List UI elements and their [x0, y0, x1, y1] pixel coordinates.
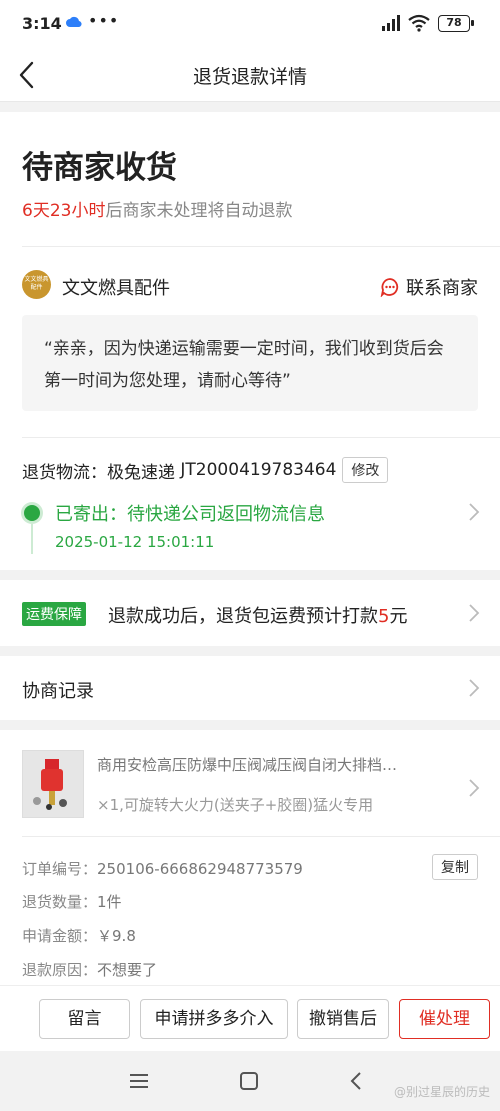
return-qty-label: 退货数量：	[22, 893, 98, 911]
countdown-time: 6天23小时	[22, 201, 106, 221]
refund-reason-row: 退款原因：不想要了	[22, 959, 157, 980]
home-icon[interactable]	[238, 1070, 260, 1092]
return-qty-row: 退货数量：1件	[22, 891, 122, 912]
return-qty: 1件	[97, 893, 122, 911]
return-logistics: 退货物流： 极兔速递 JT2000419783464 修改	[22, 457, 389, 483]
tracking-number: JT2000419783464	[180, 460, 337, 480]
logistics-carrier: 极兔速递	[107, 462, 175, 483]
clock: 3:14	[22, 14, 62, 33]
seller-message: “亲亲，因为快递运输需要一定时间，我们收到货后会第一时间为您处理，请耐心等待”	[22, 315, 478, 411]
contact-seller-label: 联系商家	[406, 278, 478, 299]
watermark: @别过星辰的历史	[393, 1085, 490, 1099]
chevron-right-icon[interactable]	[468, 502, 480, 522]
status-title: 待商家收货	[22, 150, 177, 186]
status-bar: 3:14 ••• 78	[0, 0, 500, 48]
refund-reason-label: 退款原因：	[22, 961, 98, 979]
system-nav-bar	[0, 1051, 500, 1111]
shipping-guarantee-row[interactable]: 运费保障 退款成功后，退货包运费预计打款5元	[0, 580, 500, 646]
chevron-right-icon[interactable]	[468, 778, 480, 798]
back-nav-icon[interactable]	[348, 1070, 364, 1092]
signal-icon	[382, 15, 400, 31]
bottom-action-bar: 留言 申请拼多多介入 撤销售后 催处理	[0, 985, 500, 1051]
shipping-guarantee-badge: 运费保障	[22, 602, 86, 626]
negotiation-title: 协商记录	[22, 681, 94, 702]
seller-name[interactable]: 文文燃具配件	[62, 274, 170, 300]
menu-icon[interactable]	[128, 1071, 150, 1091]
refund-status-card: 待商家收货 6天23小时后商家未处理将自动退款 文文燃具配件 文文燃具配件 联系…	[0, 112, 500, 570]
urge-processing-button[interactable]: 催处理	[399, 999, 490, 1039]
status-countdown: 6天23小时后商家未处理将自动退款	[22, 196, 292, 221]
copy-button[interactable]: 复制	[432, 854, 478, 880]
order-number-row: 订单编号：250106-666862948773579	[22, 858, 303, 879]
chat-icon	[380, 278, 399, 297]
shipping-amount: 5	[378, 606, 390, 627]
shipping-guarantee-text: 退款成功后，退货包运费预计打款5元	[108, 602, 407, 628]
tracking-status[interactable]: 已寄出：待快递公司返回物流信息	[55, 500, 325, 526]
contact-seller-button[interactable]: 联系商家	[380, 274, 478, 300]
product-name[interactable]: 商用安检高压防爆中压阀减压阀自闭大排档…	[97, 754, 447, 775]
chevron-right-icon	[469, 604, 480, 622]
product-image[interactable]	[22, 750, 84, 818]
seller-logo: 文文燃具配件	[22, 270, 51, 299]
shipping-text-after: 元	[389, 606, 408, 627]
apply-amount: ￥9.8	[97, 927, 136, 945]
more-notifications-icon: •••	[88, 11, 120, 30]
leave-message-button[interactable]: 留言	[39, 999, 130, 1039]
tracking-line	[31, 524, 33, 554]
tracking-time: 2025-01-12 15:01:11	[55, 533, 215, 551]
chevron-right-icon	[469, 679, 480, 697]
battery-icon: 78	[438, 15, 474, 32]
divider	[22, 437, 500, 438]
divider	[22, 836, 500, 837]
wifi-icon	[408, 14, 430, 32]
regulator-icon	[33, 759, 67, 810]
negotiation-record-row[interactable]: 协商记录	[0, 656, 500, 720]
shipping-text-before: 退款成功后，退货包运费预计打款	[108, 606, 378, 627]
refund-reason: 不想要了	[97, 961, 158, 979]
request-platform-intervention-button[interactable]: 申请拼多多介入	[140, 999, 288, 1039]
apply-amount-label: 申请金额：	[22, 927, 98, 945]
order-number-label: 订单编号：	[22, 860, 98, 878]
cloud-icon	[66, 16, 82, 28]
edit-logistics-button[interactable]: 修改	[342, 457, 389, 483]
nav-bar: 退货退款详情	[0, 48, 500, 102]
divider	[22, 246, 500, 247]
apply-amount-row: 申请金额：￥9.8	[22, 925, 136, 946]
product-spec: ×1,可旋转大火力(送夹子+胶圈)猛火专用	[97, 796, 374, 814]
countdown-suffix: 后商家未处理将自动退款	[105, 201, 293, 221]
tracking-dot-icon	[24, 505, 40, 521]
page-title: 退货退款详情	[192, 66, 307, 88]
order-info-card: 商用安检高压防爆中压阀减压阀自闭大排档… ×1,可旋转大火力(送夹子+胶圈)猛火…	[0, 730, 500, 985]
cancel-after-sale-button[interactable]: 撤销售后	[297, 999, 389, 1039]
logistics-label: 退货物流：	[22, 462, 107, 483]
order-number: 250106-666862948773579	[97, 860, 303, 878]
